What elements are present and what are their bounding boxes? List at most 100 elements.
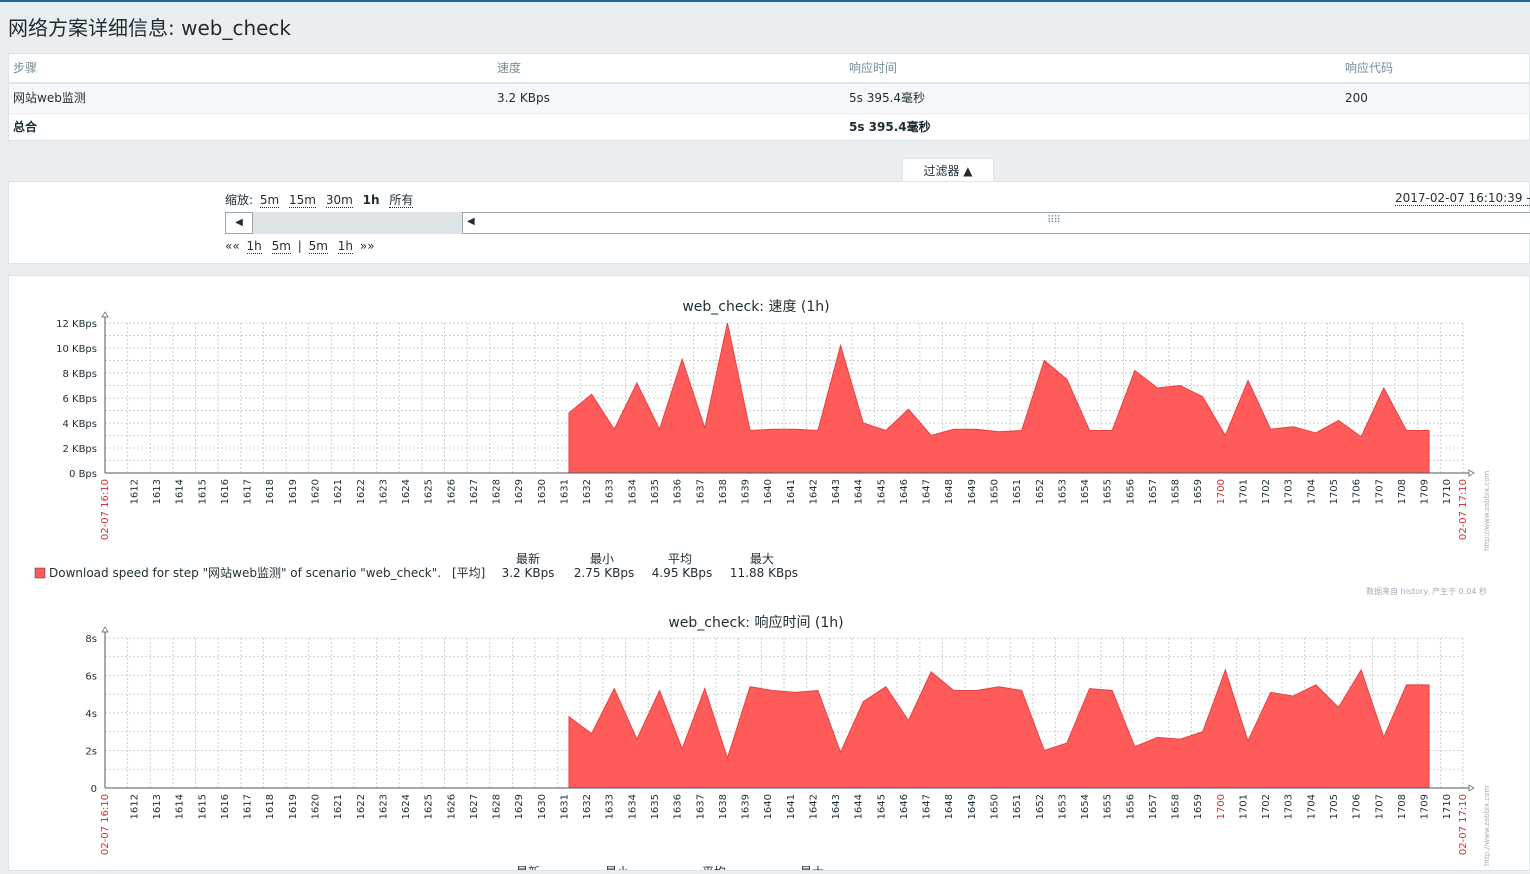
x-tick-label: 1643 (831, 794, 842, 819)
x-tick-label: 1629 (514, 794, 525, 819)
timeline-scrollbar[interactable]: ◀ ◀ ⠿⠿ (225, 212, 1530, 234)
x-tick-label: 1614 (175, 479, 186, 504)
x-tick-label: 02-07 16:10 (100, 479, 111, 540)
legend-value-min: 2.75 KBps (574, 566, 635, 580)
total-response-time: 5s 395.4毫秒 (849, 120, 931, 134)
x-tick-label: 1627 (469, 794, 480, 819)
x-tick-label: 1650 (989, 479, 1000, 504)
filter-toggle-tab[interactable]: 过滤器 ▲ (902, 158, 994, 182)
zoom-30m[interactable]: 30m (325, 193, 353, 208)
x-tick-label: 1655 (1103, 479, 1114, 504)
x-tick-label: 1631 (559, 794, 570, 819)
zoom-15m[interactable]: 15m (289, 193, 316, 208)
x-tick-label: 1632 (582, 794, 593, 819)
total-label: 总合 (13, 120, 38, 134)
nav-forward-all[interactable]: »» (360, 239, 375, 253)
nav-back-all[interactable]: «« (225, 239, 240, 253)
x-tick-label: 1641 (786, 794, 797, 819)
speed-graph-title: web_check: 速度 (1h) (682, 299, 829, 315)
x-tick-label: 1707 (1374, 479, 1385, 504)
x-tick-label: 1623 (378, 479, 389, 504)
x-tick-label: 1709 (1420, 479, 1431, 504)
x-tick-label: 1616 (220, 479, 231, 504)
x-tick-label: 1628 (492, 479, 503, 504)
period-link[interactable]: 2017-02-07 16:10:39 - 20 (1395, 191, 1530, 206)
x-tick-label: 1633 (605, 479, 616, 504)
x-tick-label: 1650 (989, 794, 1000, 819)
y-tick-label: 4s (85, 709, 97, 720)
zabbix-watermark: http://www.zabbix.com (1483, 786, 1491, 866)
drag-grip-icon: ⠿⠿ (1047, 215, 1061, 226)
y-tick-label: 4 KBps (62, 419, 97, 430)
y-tick-label: 6 KBps (62, 394, 97, 405)
x-tick-label: 1701 (1238, 479, 1249, 504)
legend-header-last: 最新 (516, 551, 540, 566)
x-tick-label: 1637 (695, 794, 706, 819)
x-tick-label: 1657 (1148, 794, 1159, 819)
x-tick-label: 1709 (1420, 794, 1431, 819)
zoom-all[interactable]: 所有 (389, 193, 414, 208)
x-tick-label: 1625 (424, 479, 435, 504)
legend-header-last: 最新 (516, 864, 540, 870)
x-tick-label: 1627 (469, 479, 480, 504)
table-row: 网站web监测 3.2 KBps 5s 395.4毫秒 200 (9, 84, 1529, 114)
x-tick-label: 1648 (944, 794, 955, 819)
nav-back-1h[interactable]: 1h (246, 239, 262, 254)
nav-forward-1h[interactable]: 1h (337, 239, 354, 254)
zoom-controls: 缩放: 5m 15m 30m 1h 所有 (225, 191, 416, 208)
y-tick-label: 0 Bps (69, 469, 97, 480)
x-tick-label: 1657 (1148, 479, 1159, 504)
x-tick-label: 1630 (537, 479, 548, 504)
x-tick-label: 1622 (356, 479, 367, 504)
x-tick-label: 1644 (854, 479, 865, 504)
x-tick-label: 1644 (854, 794, 865, 819)
x-tick-label: 1639 (741, 794, 752, 819)
nav-forward-5m[interactable]: 5m (308, 239, 328, 254)
x-tick-label: 1624 (401, 794, 412, 819)
x-tick-label: 1654 (1080, 794, 1091, 819)
x-tick-label: 1704 (1306, 794, 1317, 819)
legend-header-avg: 平均 (702, 865, 726, 870)
x-axis-arrow-icon (1468, 469, 1475, 477)
y-tick-label: 12 KBps (56, 319, 97, 330)
x-tick-label: 1651 (1012, 794, 1023, 819)
legend-function: [平均] (452, 566, 485, 580)
x-tick-label: 1652 (1035, 794, 1046, 819)
x-tick-label: 1646 (899, 794, 910, 819)
x-tick-label: 1620 (310, 479, 321, 504)
x-tick-label: 1655 (1103, 794, 1114, 819)
y-tick-label: 2s (85, 747, 97, 758)
scrollbar-thumb[interactable]: ◀ ⠿⠿ (462, 212, 1530, 234)
table-header-row: 步骤 速度 响应时间 响应代码 (9, 54, 1529, 84)
column-header-response-code: 响应代码 (1345, 61, 1394, 75)
x-tick-label: 1629 (514, 479, 525, 504)
column-header-response-time: 响应时间 (849, 61, 898, 75)
x-tick-label: 1622 (356, 794, 367, 819)
step-name: 网站web监测 (13, 91, 86, 105)
x-tick-label: 02-07 17:10 (1458, 794, 1469, 855)
x-tick-label: 1613 (152, 794, 163, 819)
graphs-panel: web_check: 速度 (1h) 0 Bps 2 KBps 4 KBps 6 KB… (8, 275, 1530, 874)
x-tick-label: 1705 (1329, 794, 1340, 819)
time-filter-panel: 缩放: 5m 15m 30m 1h 所有 2017-02-07 16:10:39… (8, 181, 1530, 264)
x-tick-label: 1638 (718, 479, 729, 504)
legend-header-min: 最小 (590, 552, 614, 566)
x-tick-label: 1638 (718, 794, 729, 819)
x-tick-label: 1625 (424, 794, 435, 819)
zoom-1h[interactable]: 1h (363, 193, 380, 207)
table-total-row: 总合 5s 395.4毫秒 (9, 113, 1529, 142)
x-tick-label: 1619 (288, 794, 299, 819)
legend-value-max: 11.88 KBps (730, 566, 798, 580)
x-tick-label: 1630 (537, 794, 548, 819)
x-tick-label: 1707 (1374, 794, 1385, 819)
x-tick-label: 1636 (673, 794, 684, 819)
x-tick-label: 1700 (1216, 479, 1227, 504)
scroll-left-button[interactable]: ◀ (225, 212, 253, 234)
x-tick-label: 1641 (786, 479, 797, 504)
nav-back-5m[interactable]: 5m (271, 239, 291, 254)
x-tick-label: 1615 (197, 794, 208, 819)
x-tick-label: 1624 (401, 479, 412, 504)
legend-item-label: Download speed for step "网站web监测" of sce… (49, 566, 441, 580)
step-speed: 3.2 KBps (497, 91, 550, 105)
zoom-5m[interactable]: 5m (259, 193, 280, 208)
